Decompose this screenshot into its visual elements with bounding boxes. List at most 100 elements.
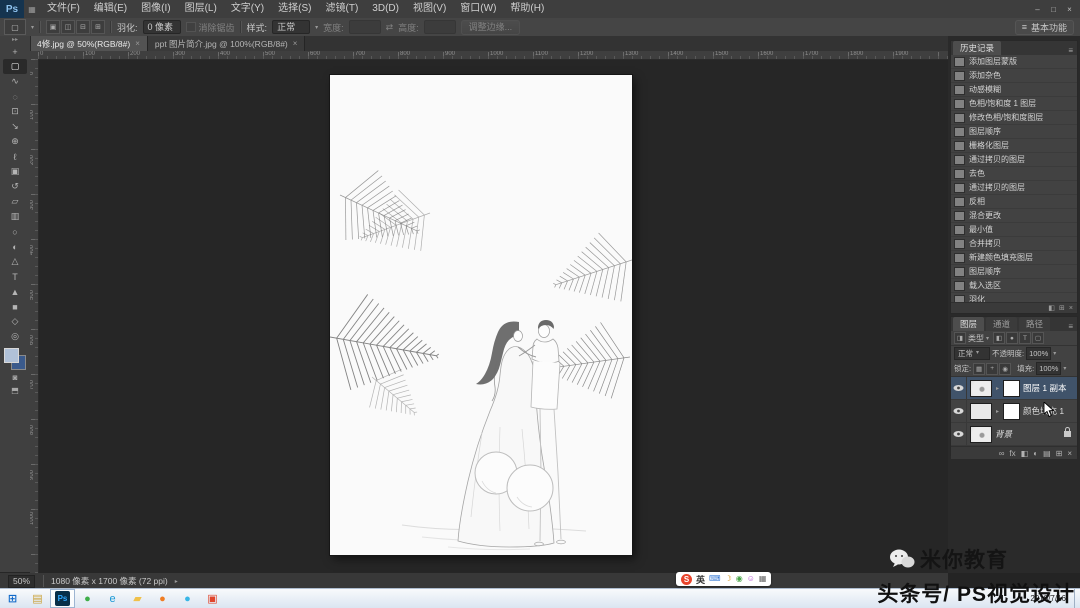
blur-tool[interactable]: ○	[3, 224, 27, 239]
history-footer-icon[interactable]: ◧	[1048, 304, 1055, 312]
status-arrow-icon[interactable]: ▸	[175, 578, 178, 585]
fill-caret-icon[interactable]: ▾	[1063, 365, 1066, 372]
rectangular-marquee-tool[interactable]: ▢	[3, 59, 27, 74]
history-state[interactable]: 通过拷贝的图层	[951, 153, 1077, 167]
menu-item[interactable]: 选择(S)	[271, 0, 318, 18]
layer-name[interactable]: 背景	[995, 428, 1061, 440]
swap-dimensions-icon[interactable]: ⇄	[386, 22, 394, 33]
style-select[interactable]: 正常	[272, 20, 310, 34]
history-state[interactable]: 合并拷贝	[951, 237, 1077, 251]
lock-icon[interactable]: ◉	[999, 363, 1011, 375]
menu-item[interactable]: 帮助(H)	[503, 0, 551, 18]
filter-icon[interactable]: ●	[1006, 332, 1018, 344]
eraser-tool[interactable]: ▱	[3, 194, 27, 209]
tab-图层[interactable]: 图层	[953, 317, 984, 331]
new-selection-icon[interactable]: ▣	[46, 20, 60, 34]
history-state[interactable]: 修改色相/饱和度图层	[951, 111, 1077, 125]
filter-kind-icon[interactable]: ◨	[954, 332, 966, 344]
start-button[interactable]: ⊞	[0, 589, 25, 608]
fill-value[interactable]: 100%	[1036, 362, 1061, 375]
shape-tool[interactable]: ■	[3, 299, 27, 314]
add-selection-icon[interactable]: ◫	[61, 20, 75, 34]
document-tab[interactable]: ppt 图片简介.jpg @ 100%(RGB/8#)×	[148, 36, 306, 51]
taskbar-photoshop[interactable]: Ps	[50, 589, 75, 608]
layer-row[interactable]: ▸颜色填充 1	[951, 400, 1077, 423]
style-caret-icon[interactable]: ▾	[315, 24, 318, 31]
tool-preset-caret-icon[interactable]: ▾	[31, 24, 34, 31]
history-state[interactable]: 图层顺序	[951, 265, 1077, 279]
menu-item[interactable]: 滤镜(T)	[319, 0, 366, 18]
filter-icon[interactable]: T	[1019, 332, 1031, 344]
opacity-caret-icon[interactable]: ▾	[1053, 350, 1056, 357]
history-state[interactable]: 新建颜色填充图层	[951, 251, 1077, 265]
history-footer-icon[interactable]: ⊞	[1059, 304, 1065, 312]
lasso-tool[interactable]: ∿	[3, 74, 27, 89]
layers-footer-icon[interactable]: ∞	[999, 449, 1005, 458]
menu-item[interactable]: 编辑(E)	[87, 0, 134, 18]
vertical-ruler[interactable]: 01002003004005006007008009001000	[30, 59, 39, 573]
taskbar-media-player[interactable]: ●	[150, 589, 175, 608]
filter-icon[interactable]: ▢	[1032, 332, 1044, 344]
lock-icon[interactable]: +	[986, 363, 998, 375]
pen-tool[interactable]: △	[3, 254, 27, 269]
taskbar-folder[interactable]: ▰	[125, 589, 150, 608]
layer-visibility-toggle[interactable]	[951, 377, 967, 399]
layers-footer-icon[interactable]: ◐	[1033, 449, 1038, 458]
quick-selection-tool[interactable]: ◌	[3, 89, 27, 104]
tab-close-icon[interactable]: ×	[293, 39, 298, 48]
layer-mask-thumbnail[interactable]	[1003, 403, 1020, 420]
document-tab[interactable]: 4修.jpg @ 50%(RGB/8#)×	[30, 36, 148, 51]
tab-路径[interactable]: 路径	[1019, 317, 1050, 331]
menu-item[interactable]: 图层(L)	[178, 0, 224, 18]
menu-item[interactable]: 图像(I)	[134, 0, 177, 18]
history-state[interactable]: 栅格化图层	[951, 139, 1077, 153]
filter-icon[interactable]: ◧	[993, 332, 1005, 344]
menu-item[interactable]: 窗口(W)	[453, 0, 503, 18]
ime-emoji-icon[interactable]: ☺	[747, 575, 755, 583]
taskbar-browser-green[interactable]: ●	[75, 589, 100, 608]
menu-item[interactable]: 3D(D)	[365, 0, 406, 18]
blend-mode-select[interactable]: 正常 ▾	[954, 347, 990, 360]
taskbar-ie[interactable]: e	[100, 589, 125, 608]
foreground-color-swatch[interactable]	[4, 348, 19, 363]
history-state[interactable]: 载入选区	[951, 279, 1077, 293]
tab-通道[interactable]: 通道	[986, 317, 1017, 331]
refine-edge-button[interactable]: 调整边缘...	[461, 20, 521, 35]
anti-alias-checkbox[interactable]	[186, 22, 196, 32]
layer-thumbnail[interactable]	[970, 380, 992, 397]
menu-item[interactable]: 文字(Y)	[224, 0, 271, 18]
layers-footer-icon[interactable]: fx	[1009, 449, 1015, 458]
history-state[interactable]: 添加杂色	[951, 69, 1077, 83]
layers-footer-icon[interactable]: ⊞	[1056, 449, 1063, 458]
ime-toolbox-icon[interactable]: ▦	[759, 575, 767, 583]
dodge-tool[interactable]: ◐	[3, 239, 27, 254]
workspace-switcher-button[interactable]: ≡ 基本功能	[1015, 20, 1074, 35]
quick-mask-mode-icon[interactable]: ◙	[3, 371, 27, 384]
history-state[interactable]: 反相	[951, 195, 1077, 209]
zoom-level-field[interactable]: 50%	[8, 575, 35, 588]
layer-thumbnail[interactable]	[970, 403, 992, 420]
layer-visibility-toggle[interactable]	[951, 423, 967, 445]
minimize-button[interactable]: –	[1030, 3, 1045, 16]
history-state[interactable]: 色相/饱和度 1 图层	[951, 97, 1077, 111]
eyedropper-tool[interactable]: ↘	[3, 119, 27, 134]
move-tool[interactable]: +	[3, 44, 27, 59]
history-state[interactable]: 去色	[951, 167, 1077, 181]
history-brush-tool[interactable]: ↺	[3, 179, 27, 194]
opacity-value[interactable]: 100%	[1026, 347, 1051, 360]
history-state[interactable]: 通过拷贝的图层	[951, 181, 1077, 195]
taskbar-red-app[interactable]: ▣	[200, 589, 225, 608]
subtract-selection-icon[interactable]: ⊟	[76, 20, 90, 34]
tab-history[interactable]: 历史记录	[953, 41, 1001, 55]
document-canvas[interactable]	[330, 75, 632, 555]
tool-preset-icon[interactable]: ▢	[4, 19, 26, 35]
layer-mask-thumbnail[interactable]	[1003, 380, 1020, 397]
layer-row[interactable]: ▸图层 1 副本	[951, 377, 1077, 400]
layers-footer-icon[interactable]: ×	[1067, 449, 1072, 458]
history-state[interactable]: 添加图层蒙版	[951, 55, 1077, 69]
filter-caret-icon[interactable]: ▾	[986, 335, 989, 342]
menu-item[interactable]: 文件(F)	[40, 0, 87, 18]
toolbar-collapse-icon[interactable]: ▸▸	[12, 37, 18, 44]
panel-menu-icon[interactable]: ≡	[1068, 46, 1077, 55]
spot-healing-brush-tool[interactable]: ⊕	[3, 134, 27, 149]
